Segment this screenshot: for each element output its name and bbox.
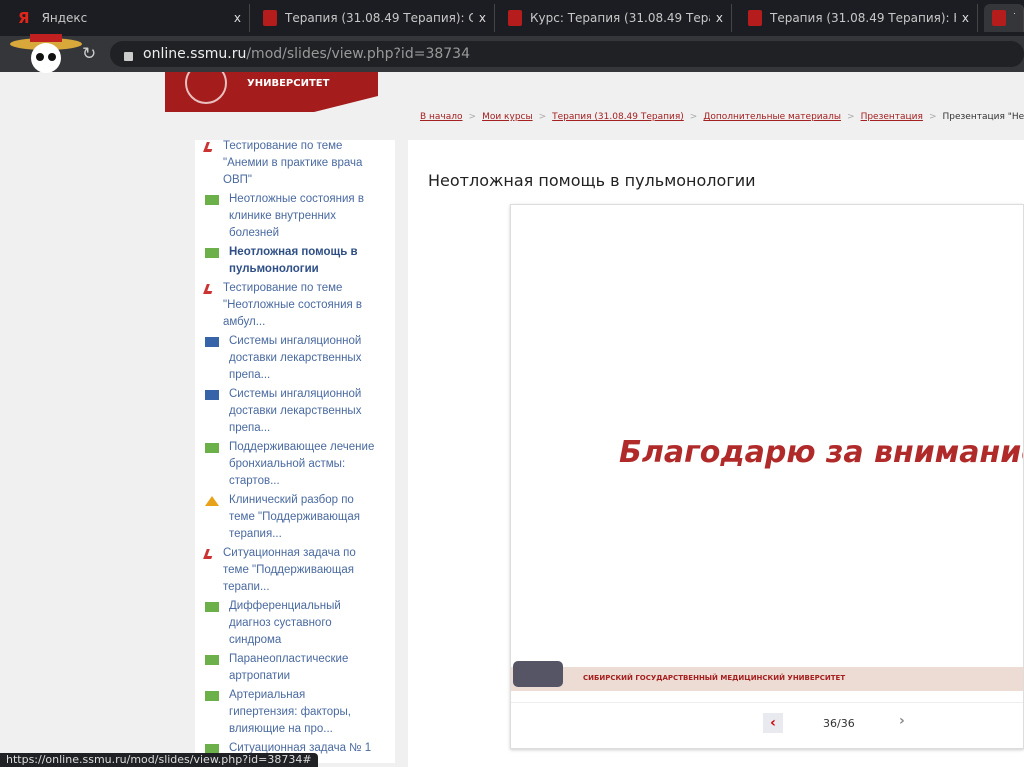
next-slide-button[interactable]: › — [899, 713, 905, 729]
sidebar-item[interactable]: Клинический разбор по теме "Поддерживающ… — [205, 492, 375, 543]
browser-tab-bar: Я Яндекс x Терапия (31.08.49 Терапия): Сx … — [0, 0, 1024, 36]
breadcrumb-link[interactable]: Терапия (31.08.49 Терапия) — [552, 112, 684, 122]
breadcrumb-separator: > — [689, 112, 698, 122]
tab-yandex[interactable]: Я Яндекс x — [10, 4, 250, 32]
breadcrumb-separator: > — [538, 112, 547, 122]
sidebar-item[interactable]: Тестирование по теме "Анемии в практике … — [203, 138, 375, 189]
breadcrumb-current: Презентация "Нео — [942, 112, 1024, 122]
sidebar-item[interactable]: Неотложная помощь в пульмонологии — [205, 244, 375, 278]
tab-course[interactable]: Курс: Терапия (31.08.49 Терап x — [500, 4, 732, 32]
main-content: Неотложная помощь в пульмонологии Благод… — [408, 140, 1024, 767]
course-sidebar: Тестирование по теме "Анемии в практике … — [195, 140, 395, 763]
video-icon — [205, 337, 219, 347]
breadcrumb: В начало > Мои курсы > Терапия (31.08.49 Тер… — [420, 112, 1024, 122]
sidebar-item[interactable]: Неотложные состояния в клинике внутренни… — [205, 191, 375, 242]
slide-icon — [205, 691, 219, 701]
sidebar-item[interactable]: Артериальная гипертензия: факторы, влияю… — [205, 687, 375, 738]
slide-icon — [205, 248, 219, 258]
sidebar-item[interactable]: Ситуационная задача по теме "Поддерживаю… — [203, 545, 375, 596]
tab-therapy-2[interactable]: Терапия (31.08.49 Терапия): Нx — [740, 4, 978, 32]
ssmu-icon — [992, 10, 1006, 26]
breadcrumb-link[interactable]: Дополнительные материалы — [703, 112, 841, 122]
slide-icon — [205, 655, 219, 665]
sidebar-item-label: Ситуационная задача по теме "Поддерживаю… — [223, 547, 356, 593]
breadcrumb-link[interactable]: Мои курсы — [482, 112, 533, 122]
close-icon[interactable]: x — [479, 11, 486, 25]
quiz-icon — [203, 549, 215, 559]
slide-icon — [205, 195, 219, 205]
slide-viewer: Благодарю за внимание! СИБИРСКИЙ ГОСУДАР… — [510, 204, 1024, 749]
breadcrumb-separator: > — [928, 112, 937, 122]
reload-icon[interactable]: ↻ — [82, 44, 96, 64]
yandex-icon: Я — [18, 9, 30, 27]
sidebar-item-label: Поддерживающее лечение бронхиальной астм… — [229, 441, 375, 487]
page-counter: 36/36 — [823, 717, 855, 730]
pirate-skull-icon — [10, 34, 82, 73]
sidebar-item[interactable]: Дифференциальный диагноз суставного синд… — [205, 598, 375, 649]
slide-text: Благодарю за внимание! — [619, 435, 1024, 470]
sidebar-item[interactable]: Системы ингаляционной доставки лекарстве… — [205, 386, 375, 437]
sidebar-item[interactable]: Поддерживающее лечение бронхиальной астм… — [205, 439, 375, 490]
close-icon[interactable]: x — [234, 11, 241, 25]
case-icon — [205, 496, 219, 506]
sidebar-item-label: Неотложные состояния в клинике внутренни… — [229, 193, 364, 239]
slide-navigation: ‹ 36/36 › — [511, 702, 1023, 748]
ssmu-icon — [263, 10, 277, 26]
tab-therapy-1[interactable]: Терапия (31.08.49 Терапия): Сx — [255, 4, 495, 32]
video-icon — [205, 390, 219, 400]
slide-icon — [205, 443, 219, 453]
slide-footer: СИБИРСКИЙ ГОСУДАРСТВЕННЫЙ МЕДИЦИНСКИЙ УН… — [511, 661, 1023, 691]
breadcrumb-link[interactable]: В начало — [420, 112, 463, 122]
quiz-icon — [203, 142, 215, 152]
breadcrumb-separator: > — [847, 112, 855, 122]
sidebar-item[interactable]: Системы ингаляционной доставки лекарстве… — [205, 333, 375, 384]
sidebar-item[interactable]: Паранеопластические артропатии — [205, 651, 375, 685]
breadcrumb-separator: > — [468, 112, 477, 122]
sidebar-item-label: Тестирование по теме "Анемии в практике … — [223, 140, 363, 186]
page-title: Неотложная помощь в пульмонологии — [428, 171, 756, 190]
tonometer-image — [513, 661, 563, 687]
tab-active[interactable]: Т — [984, 4, 1024, 32]
status-bar-url: https://online.ssmu.ru/mod/slides/view.p… — [0, 753, 318, 767]
ssmu-icon — [748, 10, 762, 26]
slide-icon — [205, 602, 219, 612]
university-logo[interactable]: УНИВЕРСИТЕТ — [165, 72, 378, 112]
prev-slide-button[interactable]: ‹ — [763, 713, 783, 733]
sidebar-item-label: Клинический разбор по теме "Поддерживающ… — [229, 494, 360, 540]
lock-icon — [124, 51, 133, 61]
breadcrumb-link[interactable]: Презентация — [861, 112, 923, 122]
quiz-icon — [203, 284, 215, 294]
close-icon[interactable]: x — [716, 11, 723, 25]
sidebar-item-label: Артериальная гипертензия: факторы, влияю… — [229, 689, 351, 735]
sidebar-item-label: Паранеопластические артропатии — [229, 653, 349, 682]
sidebar-item-label: Неотложная помощь в пульмонологии — [229, 246, 358, 275]
sidebar-item-label: Системы ингаляционной доставки лекарстве… — [229, 388, 362, 434]
sidebar-item[interactable]: Тестирование по теме "Неотложные состоян… — [203, 280, 375, 331]
url-field[interactable]: online.ssmu.ru/mod/slides/view.php?id=38… — [110, 41, 1024, 67]
close-icon[interactable]: x — [962, 11, 969, 25]
sidebar-item-label: Системы ингаляционной доставки лекарстве… — [229, 335, 362, 381]
sidebar-item-label: Тестирование по теме "Неотложные состоян… — [223, 282, 363, 328]
ssmu-icon — [508, 10, 522, 26]
sidebar-item-label: Дифференциальный диагноз суставного синд… — [229, 600, 341, 646]
